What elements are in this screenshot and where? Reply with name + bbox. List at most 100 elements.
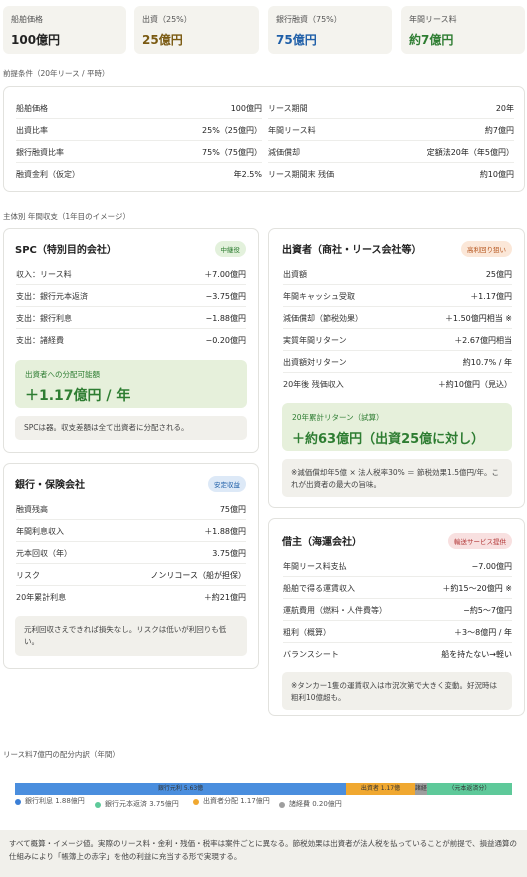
row-value: ＋3〜8億円 / 年 [454, 628, 512, 637]
shipowner-title: 借主（海運会社） [282, 537, 362, 548]
kpi-card-annual-lease: 年間リース料 約7億円 [401, 6, 525, 54]
row-value: ＋約15〜20億円 ※ [442, 584, 512, 593]
breakdown-segment: （元本返済分） [426, 783, 512, 795]
legend-dot-bank-principal [95, 802, 101, 808]
row-value: ＋7.00億円 [204, 270, 246, 279]
lease-breakdown-bar: 銀行元利 5.63億 出資者 1.17億 諸経 （元本返済分） [15, 783, 512, 795]
bank-row: 20年累計利息 ＋約21億円 [16, 586, 246, 608]
investor-title: 出資者（商社・リース会社等） [282, 245, 422, 256]
investor-row: 実質年間リターン ＋2.67億円相当 [283, 329, 512, 351]
row-key: 年間利息収入 [16, 527, 64, 536]
row-key: 粗利（概算） [283, 628, 331, 637]
row-key: 支出：諸経費 [16, 336, 64, 345]
row-key: リスク [16, 571, 40, 580]
row-value: 75億円 [219, 505, 246, 514]
row-key: 実質年間リターン [283, 336, 347, 345]
premise-key: 出資比率 [16, 126, 48, 135]
premise-card: 船舶価格 100億円 出資比率 25%（25億円） 銀行融資比率 75%（75億… [3, 86, 525, 192]
breakdown-section-title: リース料7億円の配分内訳（年間） [3, 750, 120, 759]
investor-row: 出資額対リターン 約10.7% / 年 [283, 351, 512, 373]
row-key: 船舶で得る運賃収入 [283, 584, 355, 593]
investor-row: 出資額 25億円 [283, 263, 512, 285]
legend-label-expenses: 諸経費 0.20億円 [289, 800, 342, 808]
row-value: −0.20億円 [205, 336, 246, 345]
row-value: −1.88億円 [205, 314, 246, 323]
shipowner-badge: 輸送サービス提供 [448, 533, 512, 549]
premise-row: 融資金利（仮定） 年2.5% [16, 163, 262, 185]
premise-section-title: 前提条件（20年リース / 平時） [3, 69, 110, 78]
spc-row: 支出：銀行元本返済 −3.75億円 [16, 285, 246, 307]
shipowner-note: ※タンカー1隻の運賃収入は市況次第で大きく変動。好況時は粗利10億超も。 [282, 672, 512, 710]
row-value: ＋約21億円 [203, 593, 246, 602]
spc-row: 支出：諸経費 −0.20億円 [16, 329, 246, 351]
row-value: −3.75億円 [205, 292, 246, 301]
premise-row: リース期間末 残価 約10億円 [268, 163, 514, 185]
kpi-value: 75億円 [276, 33, 317, 47]
investor-card: 出資者（商社・リース会社等） 高利回り狙い 出資額 25億円 年間キャッシュ受取… [268, 228, 525, 508]
row-key: 出資額対リターン [283, 358, 347, 367]
premise-key: 年間リース料 [268, 126, 316, 135]
row-value: 船を持たない→軽い [441, 650, 512, 659]
disclaimer-footer: すべて概算・イメージ値。実際のリース料・金利・残価・税率は案件ごとに異なる。節税… [0, 830, 527, 877]
kpi-value: 約7億円 [409, 33, 454, 47]
premise-row: 船舶価格 100億円 [16, 97, 262, 119]
breakdown-segment: 銀行元利 5.63億 [15, 783, 347, 795]
legend-label-investor: 出資者分配 1.17億円 [203, 797, 270, 805]
row-key: 支出：銀行元本返済 [16, 292, 88, 301]
legend-dot-investor [193, 799, 199, 805]
highlight-value: ＋約63億円（出資25億に対し） [292, 432, 485, 447]
bank-badge: 安定収益 [208, 476, 246, 492]
spc-note: SPCは器。収支差額は全て出資者に分配される。 [15, 416, 247, 440]
bank-row: 融資残高 75億円 [16, 498, 246, 520]
legend-label-bank-principal: 銀行元本返済 3.75億円 [105, 800, 179, 808]
legend-dot-bank-interest [15, 799, 21, 805]
premise-key: 融資金利（仮定） [16, 170, 80, 179]
row-key: 支出：銀行利息 [16, 314, 72, 323]
premise-row: 出資比率 25%（25億円） [16, 119, 262, 141]
row-value: ＋2.67億円相当 [454, 336, 512, 345]
premise-value: 年2.5% [233, 170, 262, 179]
row-value: 約10.7% / 年 [462, 358, 512, 367]
row-value: ノンリコース（船が担保） [150, 571, 246, 580]
highlight-value: ＋1.17億円 / 年 [25, 388, 131, 404]
premise-value: 約10億円 [479, 170, 514, 179]
investor-row: 減価償却（節税効果） ＋1.50億円相当 ※ [283, 307, 512, 329]
row-key: 20年累計利息 [16, 593, 67, 602]
row-key: 20年後 残価収入 [283, 380, 344, 389]
bank-card: 銀行・保険会社 安定収益 融資残高 75億円 年間利息収入 ＋1.88億円 元本… [3, 463, 259, 669]
investor-row: 年間キャッシュ受取 ＋1.17億円 [283, 285, 512, 307]
spc-title: SPC（特別目的会社） [15, 245, 117, 256]
investor-note: ※減価償却年5億 × 法人税率30% ＝ 節税効果1.5億円/年。これが出資者の… [282, 459, 512, 497]
highlight-label: 出資者への分配可能額 [25, 370, 100, 379]
premise-row: 年間リース料 約7億円 [268, 119, 514, 141]
bank-title: 銀行・保険会社 [15, 480, 85, 491]
premise-value: 定額法20年（年5億円） [426, 148, 514, 157]
row-key: 減価償却（節税効果） [283, 314, 363, 323]
row-key: 収入：リース料 [16, 270, 72, 279]
row-value: 3.75億円 [212, 549, 246, 558]
premise-key: リース期間末 残価 [268, 170, 335, 179]
row-key: 年間リース料支払 [283, 562, 347, 571]
shipowner-row: 粗利（概算） ＋3〜8億円 / 年 [283, 621, 512, 643]
shipowner-row: 年間リース料支払 −7.00億円 [283, 555, 512, 577]
shipowner-row: 運航費用（燃料・人件費等） −約5〜7億円 [283, 599, 512, 621]
bank-row: 年間利息収入 ＋1.88億円 [16, 520, 246, 542]
investor-badge: 高利回り狙い [461, 241, 512, 257]
row-value: ＋1.50億円相当 ※ [444, 314, 512, 323]
premise-row: 銀行融資比率 75%（75億円） [16, 141, 262, 163]
row-key: 元本回収（年） [16, 549, 72, 558]
kpi-card-equity: 出資（25%） 25億円 [134, 6, 259, 54]
shipowner-row: バランスシート 船を持たない→軽い [283, 643, 512, 665]
row-key: バランスシート [283, 650, 339, 659]
row-value: −7.00億円 [471, 562, 512, 571]
spc-row: 支出：銀行利息 −1.88億円 [16, 307, 246, 329]
kpi-value: 25億円 [142, 33, 183, 47]
premise-value: 75%（75億円） [202, 148, 262, 157]
row-key: 年間キャッシュ受取 [283, 292, 355, 301]
spc-card: SPC（特別目的会社） 中継役 収入：リース料 ＋7.00億円 支出：銀行元本返… [3, 228, 259, 453]
row-value: ＋1.88億円 [204, 527, 246, 536]
row-key: 融資残高 [16, 505, 48, 514]
breakdown-segment: 諸経 [414, 783, 427, 795]
legend-label-bank-interest: 銀行利息 1.88億円 [25, 797, 85, 805]
investor-return-highlight: 20年累計リターン（試算） ＋約63億円（出資25億に対し） [282, 403, 512, 451]
